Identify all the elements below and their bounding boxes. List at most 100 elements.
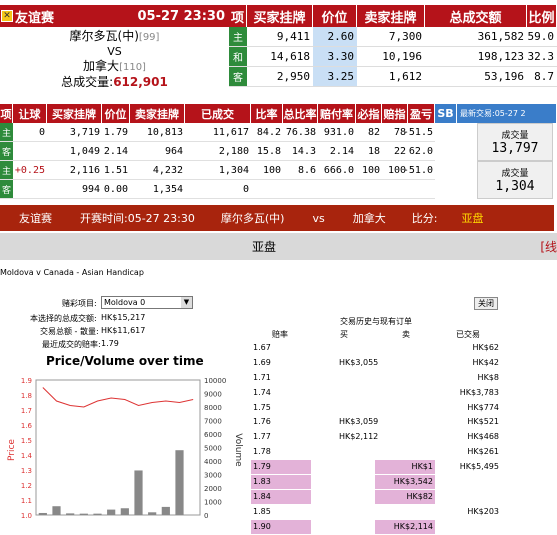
history-done: HK$8 — [477, 372, 499, 382]
close-box-icon[interactable]: ✕ — [1, 10, 13, 22]
handicap-cell-odds_rate: 931.0 — [318, 123, 356, 142]
hist-col-buy: 买 — [340, 330, 348, 339]
close-button[interactable]: 关闭 — [474, 297, 498, 310]
history-odds: 1.71 — [253, 372, 271, 382]
handicap-cell-must_win: 82 — [356, 123, 382, 142]
handicap-cell-ratio: 15.8 — [251, 142, 283, 161]
info-start-time: 05-27 23:30 — [127, 211, 195, 225]
info-market: 亚盘 — [461, 212, 484, 225]
history-buy[interactable]: HK$3,055 — [339, 356, 378, 370]
col-item: 项 — [229, 5, 247, 27]
top-cell-price[interactable]: 2.60 — [313, 27, 357, 46]
handicap-cell-buy[interactable]: 994 — [47, 180, 102, 199]
volume-tick-label: 5000 — [204, 445, 222, 453]
history-sell[interactable]: HK$2,114 — [375, 519, 435, 534]
handicap-cell-done: 0 — [185, 180, 251, 199]
top-cell-sell[interactable]: 10,196 — [357, 47, 425, 66]
top-cell-price[interactable]: 3.25 — [313, 67, 357, 86]
history-row: 1.76 HK$3,059 HK$521 — [251, 415, 501, 430]
info-away: 加拿大 — [352, 212, 386, 225]
volume-tick-label: 0 — [204, 512, 208, 520]
top-cell-buy[interactable]: 2,950 — [247, 67, 313, 86]
handicap-cell-sell[interactable]: 10,813 — [130, 123, 185, 142]
section-right-link[interactable]: [线 — [540, 238, 557, 255]
history-odds: 1.79 — [251, 460, 311, 475]
history-done: HK$468 — [467, 432, 499, 442]
handicap-cell-buy[interactable]: 2,116 — [47, 161, 102, 180]
history-sell[interactable]: HK$82 — [375, 489, 435, 504]
handicap-cell-label: 主 — [0, 123, 13, 142]
history-odds: 1.75 — [253, 402, 271, 412]
handicap-cell-handicap: 0 — [13, 123, 47, 142]
price-tick-label: 1.2 — [21, 482, 32, 490]
total-volume-value: 612,901 — [113, 75, 168, 89]
col-volume: 总成交额 — [425, 5, 527, 27]
top-cell-sell[interactable]: 1,612 — [357, 67, 425, 86]
history-row: 1.84 HK$82 — [251, 489, 501, 505]
history-odds: 1.90 — [251, 519, 311, 534]
price-tick-label: 1.9 — [21, 377, 32, 385]
handicap-cell-price: 1.79 — [102, 123, 130, 142]
top-cell-buy[interactable]: 14,618 — [247, 47, 313, 66]
section-title: 亚盘 — [252, 240, 277, 254]
top-cell-label: 客 — [229, 67, 247, 86]
handicap-cell-handicap — [13, 180, 47, 199]
handicap-cell-must_win: 100 — [356, 161, 382, 180]
latest-trade-label: 最新交易: — [460, 109, 495, 118]
history-buy[interactable]: HK$3,059 — [339, 415, 378, 429]
handicap-cell-price: 1.51 — [102, 161, 130, 180]
handicap-cell-sell[interactable]: 4,232 — [130, 161, 185, 180]
handicap-cell-sell[interactable]: 1,354 — [130, 180, 185, 199]
history-row: 1.78 HK$261 — [251, 445, 501, 460]
handicap-cell-handicap: +0.25 — [13, 161, 47, 180]
history-odds: 1.74 — [253, 387, 271, 397]
col2-must: 必指 — [356, 104, 382, 123]
home-rank: [99] — [138, 32, 160, 43]
history-row: 1.77 HK$2,112 HK$468 — [251, 430, 501, 445]
top-cell-buy[interactable]: 9,411 — [247, 27, 313, 46]
history-buy[interactable]: HK$2,112 — [339, 430, 378, 444]
handicap-cell-profit: -51.5 — [403, 123, 435, 142]
history-done: HK$42 — [472, 357, 499, 367]
history-odds: 1.67 — [253, 343, 271, 352]
history-sell[interactable]: HK$3,542 — [375, 475, 435, 490]
league-name: 友谊赛 — [15, 10, 55, 26]
volume-bar — [52, 506, 61, 515]
handicap-cell-must_win: 18 — [356, 142, 382, 161]
history-odds: 1.84 — [251, 489, 311, 504]
info-start-label: 开赛时间: — [80, 212, 128, 225]
handicap-cell-buy[interactable]: 3,719 — [47, 123, 102, 142]
volume-box-label: 成交量 — [501, 131, 529, 141]
col2-handicap: 让球 — [13, 104, 47, 123]
handicap-cell-label: 主 — [0, 161, 13, 180]
hist-col-done: 已交易 — [456, 330, 480, 339]
top-cell-volume: 361,582 — [477, 30, 524, 43]
detail-heading: Moldova v Canada - Asian Handicap — [0, 268, 144, 277]
selection-dropdown[interactable]: Moldova 0 ▼ — [101, 296, 193, 309]
volume-tick-label: 2000 — [204, 485, 222, 493]
info-home: 摩尔多瓦(中) — [220, 212, 285, 225]
vs-label: VS — [107, 45, 122, 58]
top-cell-sell[interactable]: 7,300 — [357, 27, 425, 46]
col2-ratio: 比率 — [251, 104, 283, 123]
price-tick-label: 1.3 — [21, 467, 32, 475]
col-ratio: 比例 — [527, 5, 557, 27]
top-cell-ratio: 8.7 — [534, 70, 554, 83]
history-sell[interactable]: HK$1 — [375, 460, 435, 475]
top-table-body: 主 9,411 2.60 7,300 361,582 59.0 和 14,618 3.30 10,… — [229, 27, 557, 87]
handicap-row: 主 0 3,719 1.79 10,813 11,617 84.2 76.38 931.0 82 7… — [0, 123, 457, 142]
volume-box-value: 1,304 — [495, 179, 535, 194]
col-sell: 卖家挂牌 — [357, 5, 425, 27]
volume-tick-label: 8000 — [204, 404, 222, 412]
volume-tick-label: 10000 — [204, 377, 226, 385]
col-price: 价位 — [313, 5, 357, 27]
handicap-cell-total_ratio: 8.6 — [283, 161, 318, 180]
handicap-cell-sell[interactable]: 964 — [130, 142, 185, 161]
matched-label: 本选择的总成交额: — [30, 314, 97, 323]
handicap-cell-must_win — [356, 180, 382, 199]
top-cell-price[interactable]: 3.30 — [313, 47, 357, 66]
match-info-bar: 友谊赛 开赛时间: 05-27 23:30 摩尔多瓦(中) vs 加拿大 比分:… — [0, 205, 554, 231]
price-tick-label: 1.1 — [21, 497, 32, 505]
latest-trade-time: 05-27 2 — [494, 109, 526, 118]
handicap-cell-buy[interactable]: 1,049 — [47, 142, 102, 161]
